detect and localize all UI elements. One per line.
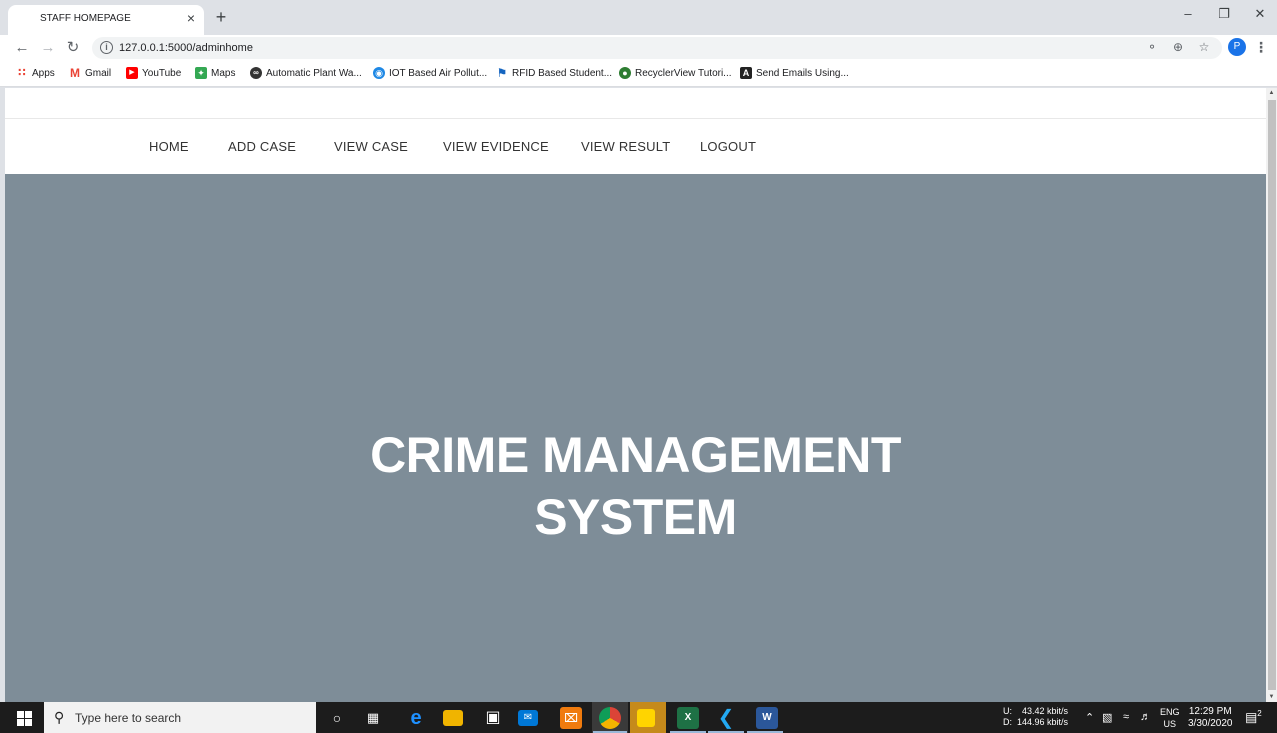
volume-icon[interactable]: ♬ [1140,711,1151,723]
browser-toolbar: ← → ↻ i 127.0.0.1:5000/adminhome ⚬ ⊕ ☆ P… [0,35,1277,61]
clock-time: 12:29 PM [1188,706,1232,717]
forward-arrow-icon[interactable]: → [38,38,58,58]
zoom-icon[interactable]: ⊕ [1170,40,1186,54]
notification-count: 2 [1257,709,1262,718]
net-down: 144.96 kbit/s [1017,717,1069,727]
minimize-icon[interactable]: – [1178,6,1198,21]
browser-tab-strip: STAFF HOMEPAGE × + – ❐ ✕ [0,0,1277,35]
bookmark-gmail[interactable]: M Gmail [69,67,111,79]
star-icon[interactable]: ☆ [1196,40,1212,54]
bookmark-automatic-plant[interactable]: ∞ Automatic Plant Wa... [250,67,362,79]
taskbar-search[interactable]: ⚲ Type here to search [44,702,316,733]
mail-app-icon: A [740,67,752,79]
page-scrollbar[interactable]: ▲ ▼ [1266,88,1277,702]
wifi-icon[interactable]: ≈ [1123,711,1129,723]
bookmark-send-emails[interactable]: A Send Emails Using... [740,67,849,79]
globe-icon: ◉ [373,67,385,79]
browser-tab[interactable]: STAFF HOMEPAGE × [8,5,204,35]
hero-title-line2: SYSTEM [534,489,737,545]
profile-avatar[interactable]: P [1228,38,1246,56]
back-arrow-icon[interactable]: ← [12,38,32,58]
scroll-thumb[interactable] [1268,100,1276,690]
tab-title: STAFF HOMEPAGE [40,13,131,24]
notifications-icon[interactable]: ▤2 [1245,709,1262,725]
battery-icon[interactable]: ▧ [1102,711,1112,724]
close-window-icon[interactable]: ✕ [1250,6,1270,22]
bookmark-label: Automatic Plant Wa... [266,67,362,79]
sticky-notes-icon[interactable] [637,709,655,727]
nav-logout[interactable]: LOGOUT [700,139,756,154]
youtube-icon: ▶ [126,67,138,79]
reload-icon[interactable]: ↻ [63,38,83,58]
bookmark-label: Gmail [85,67,112,79]
address-bar[interactable]: i 127.0.0.1:5000/adminhome ⚬ ⊕ ☆ [92,37,1222,59]
bookmark-apps[interactable]: ∷ Apps [16,67,55,79]
network-speed: U: 43.42 kbit/s D: 144.96 kbit/s [1003,706,1068,728]
bookmark-maps[interactable]: ✦ Maps [195,67,235,79]
flag-icon: ⚑ [496,66,508,80]
bookmark-label: YouTube [142,67,182,79]
tray-chevron-icon[interactable]: ⌃ [1085,711,1094,724]
store-icon[interactable]: ▣ [482,707,504,729]
mail-icon[interactable]: ✉ [518,710,538,726]
net-up: 43.42 kbit/s [1022,706,1069,716]
restore-icon[interactable]: ❐ [1214,6,1234,22]
net-up-label: U: [1003,706,1012,716]
site-info-icon[interactable]: i [100,41,113,54]
key-icon[interactable]: ⚬ [1144,40,1160,54]
url-text[interactable]: 127.0.0.1:5000/adminhome [119,42,253,54]
file-explorer-icon[interactable] [443,710,463,726]
scroll-up-arrow-icon[interactable]: ▲ [1266,90,1277,96]
search-icon: ⚲ [54,709,65,725]
nav-view-evidence[interactable]: VIEW EVIDENCE [443,139,549,154]
bookmark-label: Maps [211,67,236,79]
nav-add-case[interactable]: ADD CASE [228,139,296,154]
bookmark-recyclerview[interactable]: ● RecyclerView Tutori... [619,67,732,79]
windows-start-icon[interactable] [9,709,39,727]
bookmarks-bar: ∷ Apps M Gmail ▶ YouTube ✦ Maps ∞ Automa… [0,61,1277,87]
android-icon: ● [619,67,631,79]
chrome-icon[interactable] [599,707,621,729]
nav-view-result[interactable]: VIEW RESULT [581,139,670,154]
site-nav: HOME ADD CASE VIEW CASE VIEW EVIDENCE VI… [5,119,1266,174]
menu-dots-icon[interactable]: ⋮ [1254,39,1268,56]
page-viewport: HOME ADD CASE VIEW CASE VIEW EVIDENCE VI… [5,88,1266,702]
hero-title: CRIME MANAGEMENT SYSTEM [5,424,1266,548]
bookmark-label: IOT Based Air Pollut... [389,67,488,79]
net-down-label: D: [1003,717,1012,727]
search-placeholder: Type here to search [75,711,182,725]
windows-taskbar: ⚲ Type here to search ○ ▦ e ▣ ✉ ⌧ X ❮ W … [0,702,1277,733]
task-view-icon[interactable]: ▦ [362,707,384,729]
bookmark-label: RFID Based Student... [512,67,613,79]
taskbar-clock[interactable]: 12:29 PM 3/30/2020 [1188,706,1233,730]
hero-banner: CRIME MANAGEMENT SYSTEM [5,174,1266,702]
xampp-icon[interactable]: ⌧ [560,707,582,729]
bookmark-label: Apps [32,67,55,79]
excel-icon[interactable]: X [677,707,699,729]
bookmark-label: Send Emails Using... [756,67,849,79]
nav-home[interactable]: HOME [149,139,189,154]
hero-title-line1: CRIME MANAGEMENT [370,427,901,483]
new-tab-icon[interactable]: + [212,8,230,26]
nav-view-case[interactable]: VIEW CASE [334,139,408,154]
region-code: US [1163,719,1177,729]
tab-close-icon[interactable]: × [183,10,199,26]
bookmark-label: RecyclerView Tutori... [635,67,732,79]
vscode-icon[interactable]: ❮ [715,707,737,729]
language-indicator[interactable]: ENG US [1160,706,1180,730]
infinity-icon: ∞ [250,67,262,79]
gmail-icon: M [70,66,80,80]
clock-date: 3/30/2020 [1188,718,1233,729]
bookmark-youtube[interactable]: ▶ YouTube [126,67,181,79]
scroll-down-arrow-icon[interactable]: ▼ [1266,694,1277,700]
bookmark-rfid[interactable]: ⚑ RFID Based Student... [496,67,612,79]
cortana-icon[interactable]: ○ [326,707,348,729]
maps-icon: ✦ [195,67,207,79]
bookmark-iot-air[interactable]: ◉ IOT Based Air Pollut... [373,67,487,79]
edge-icon[interactable]: e [405,707,427,729]
word-icon[interactable]: W [756,707,778,729]
apps-grid-icon: ∷ [18,67,26,79]
lang-code: ENG [1160,707,1180,717]
